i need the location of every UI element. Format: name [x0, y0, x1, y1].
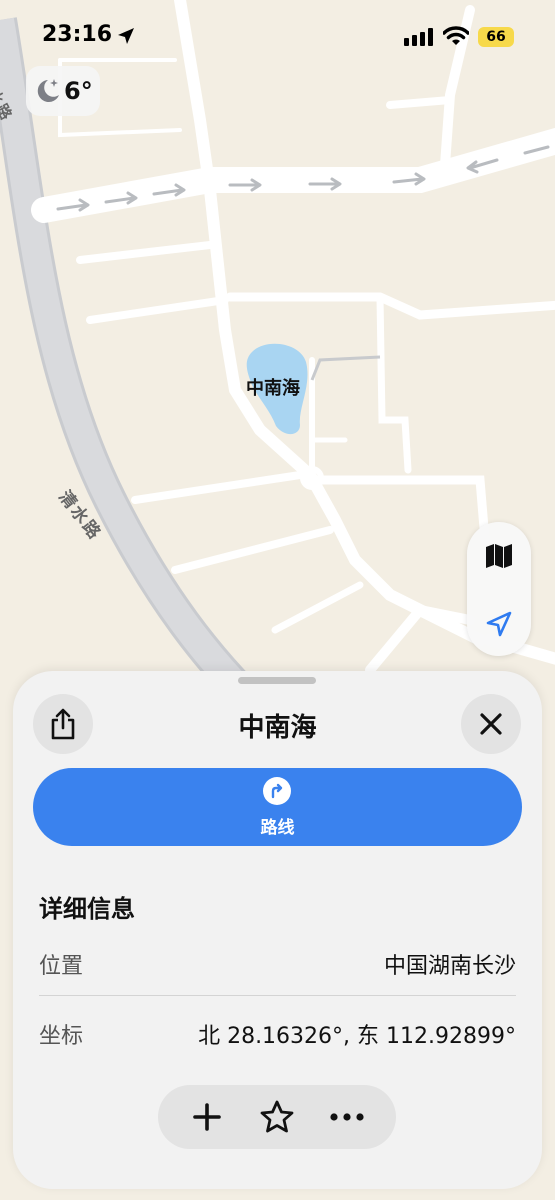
details-heading: 详细信息: [39, 895, 135, 923]
map-mode-button[interactable]: [467, 524, 531, 588]
map-controls: [467, 522, 531, 656]
coordinates-label: 坐标: [39, 1024, 84, 1049]
plus-icon: [193, 1103, 221, 1131]
current-location-button[interactable]: [467, 592, 531, 656]
place-card-sheet: 中南海 路线 详细信息 位置 中国湖南长沙 坐标 北 28.16326°, 东 …: [13, 671, 542, 1189]
close-icon: [480, 713, 502, 735]
favorite-button[interactable]: [242, 1085, 312, 1149]
more-button[interactable]: [312, 1085, 382, 1149]
status-bar: 23:16 66: [0, 0, 555, 70]
divider: [39, 995, 516, 996]
map-icon: [486, 544, 512, 568]
directions-label: 路线: [260, 818, 295, 838]
coordinates-value[interactable]: 北 28.16326°, 东 112.92899°: [198, 1018, 516, 1050]
signal-icon: [404, 28, 433, 46]
status-time: 23:16: [42, 22, 113, 47]
directions-button[interactable]: 路线: [33, 768, 522, 846]
close-button[interactable]: [461, 694, 521, 754]
sheet-grabber[interactable]: [238, 677, 316, 684]
action-toolbar: [158, 1085, 396, 1149]
location-label: 位置: [39, 954, 84, 979]
star-icon: [260, 1100, 294, 1133]
location-arrow-icon: [118, 28, 134, 44]
more-icon: [330, 1113, 364, 1121]
moon-stars-icon: [37, 79, 59, 102]
weather-chip[interactable]: 6°: [26, 66, 100, 116]
poi-label[interactable]: 中南海: [246, 374, 300, 400]
location-value[interactable]: 中国湖南长沙: [384, 948, 516, 980]
wifi-icon: [443, 26, 469, 45]
add-button[interactable]: [172, 1085, 242, 1149]
battery-icon: 66: [478, 27, 514, 47]
directions-icon: [263, 777, 291, 805]
location-arrow-icon: [486, 611, 512, 637]
weather-temperature: 6°: [64, 77, 93, 105]
